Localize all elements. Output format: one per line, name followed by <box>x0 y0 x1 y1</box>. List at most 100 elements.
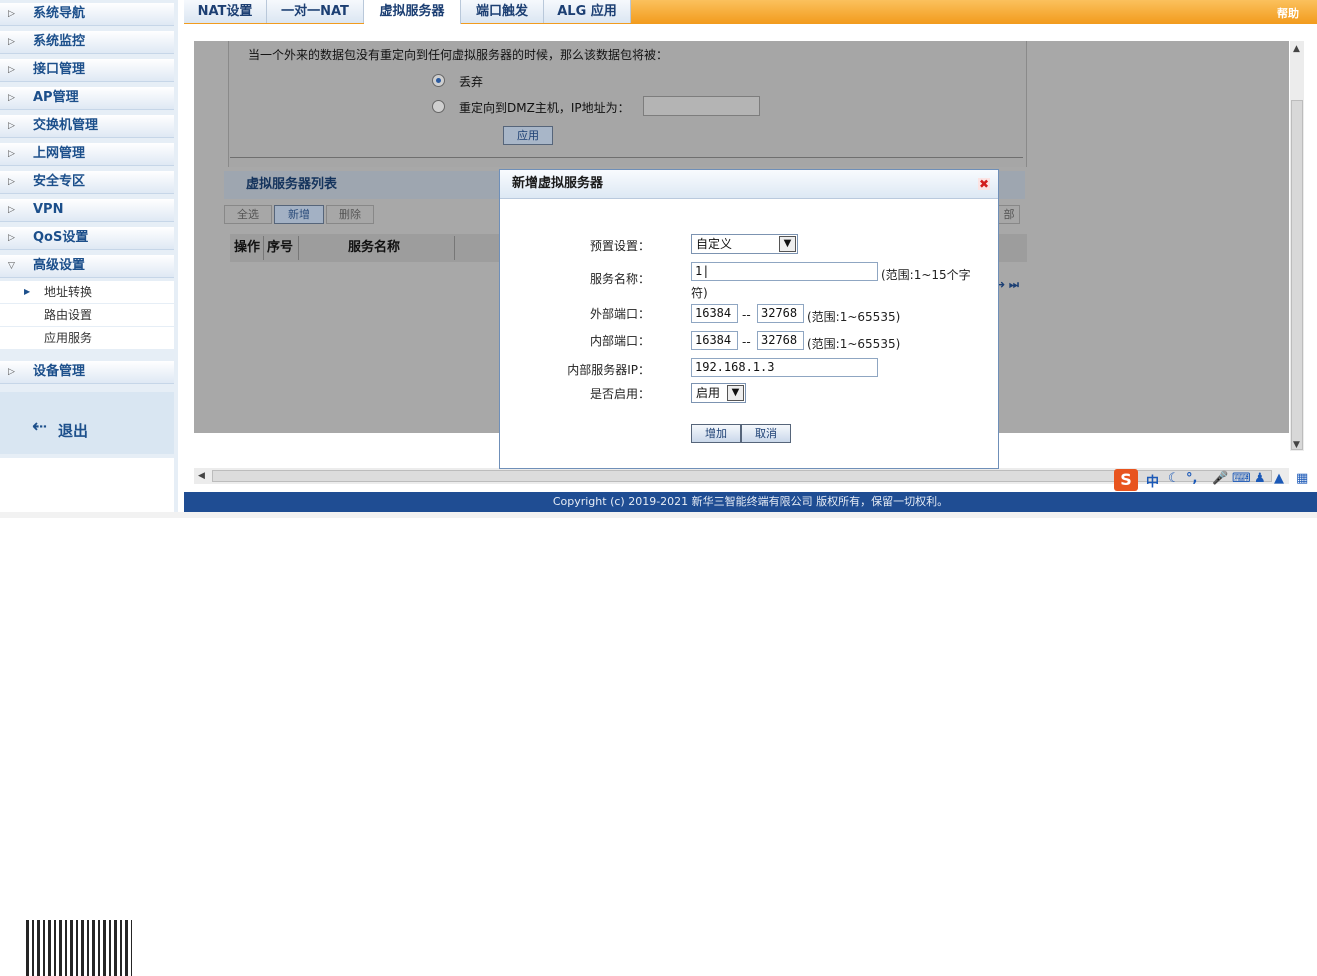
qr-area <box>0 458 174 976</box>
vertical-scroll-thumb[interactable] <box>1291 100 1303 450</box>
col-sep <box>454 236 455 260</box>
internal-server-ip-input[interactable]: 192.168.1.3 <box>691 358 878 377</box>
add-virtual-server-dialog: 新增虚拟服务器 ✖ 预置设置： 自定义 ▼ 服务名称： 1| (范围:1~15个… <box>499 169 999 469</box>
batch-button[interactable]: 部 <box>998 205 1020 224</box>
sidebar-item-label: VPN <box>33 202 64 217</box>
sogou-logo-icon[interactable]: S <box>1114 469 1138 491</box>
chevron-right-icon: ▷ <box>8 121 15 131</box>
subnav-item-app-service[interactable]: 应用服务 <box>0 327 174 349</box>
logout-button[interactable]: ⇠ 退出 <box>0 392 174 454</box>
sidebar-item-security[interactable]: ▷ 安全专区 <box>0 171 174 194</box>
internal-port-to-input[interactable]: 32768 <box>757 331 804 350</box>
sidebar-item-system-monitor[interactable]: ▷ 系统监控 <box>0 31 174 54</box>
scroll-left-icon[interactable]: ◀ <box>198 471 205 481</box>
select-all-button[interactable]: 全选 <box>224 205 272 224</box>
internal-port-from-input[interactable]: 16384 <box>691 331 738 350</box>
chevron-right-icon: ▷ <box>8 205 15 215</box>
enable-select[interactable]: 启用 ▼ <box>691 383 746 403</box>
footer: Copyright (c) 2019-2021 新华三智能终端有限公司 版权所有… <box>184 492 1317 512</box>
scroll-down-icon[interactable]: ▼ <box>1293 440 1300 450</box>
dmz-prompt: 当一个外来的数据包没有重定向到任何虚拟服务器的时候，那么该数据包将被： <box>248 48 669 62</box>
skin-icon[interactable]: ▲ <box>1274 471 1284 486</box>
chevron-right-icon: ▷ <box>8 177 15 187</box>
external-port-to-input[interactable]: 32768 <box>757 304 804 323</box>
drop-label: 丢弃 <box>459 75 484 89</box>
sidebar-item-label: 接口管理 <box>33 62 86 77</box>
col-sep <box>298 236 299 260</box>
tab-alg[interactable]: ALG 应用 <box>544 0 631 23</box>
sidebar-item-switch[interactable]: ▷ 交换机管理 <box>0 115 174 138</box>
sidebar-item-ap[interactable]: ▷ AP管理 <box>0 87 174 110</box>
chevron-right-icon: ▷ <box>8 149 15 159</box>
redirect-dmz-radio[interactable] <box>432 100 445 113</box>
sidebar-item-device-mgmt[interactable]: ▷ 设备管理 <box>0 361 174 384</box>
apply-button[interactable]: 应用 <box>503 126 553 145</box>
col-no: 序号 <box>267 240 294 255</box>
cancel-button[interactable]: 取消 <box>741 424 791 443</box>
internal-server-ip-label: 内部服务器IP： <box>567 363 650 377</box>
sidebar-item-label: 安全专区 <box>33 174 86 189</box>
external-port-from-input[interactable]: 16384 <box>691 304 738 323</box>
subnav-item-nat[interactable]: ▶ 地址转换 <box>0 281 174 303</box>
sidebar-item-interface[interactable]: ▷ 接口管理 <box>0 59 174 82</box>
punctuation-icon[interactable]: °, <box>1186 471 1197 486</box>
tab-port-trigger[interactable]: 端口触发 <box>461 0 544 23</box>
sidebar-item-label: 上网管理 <box>33 146 86 161</box>
ime-mode-icon[interactable]: 中 <box>1146 471 1159 490</box>
chevron-down-icon: ▽ <box>8 261 15 271</box>
logout-label: 退出 <box>58 422 89 440</box>
sidebar-item-qos[interactable]: ▷ QoS设置 <box>0 227 174 250</box>
chevron-right-icon: ▶ <box>24 287 31 296</box>
subnav-item-label: 地址转换 <box>44 285 93 299</box>
sidebar-item-vpn[interactable]: ▷ VPN <box>0 199 174 222</box>
grid-menu-icon[interactable]: ▦ <box>1296 471 1308 486</box>
ime-toolbar: S 中 ☾ °, 🎤 ⌨ ♟ ▲ ▦ <box>1114 469 1317 491</box>
chevron-right-icon: ▷ <box>8 233 15 243</box>
add-confirm-button[interactable]: 增加 <box>691 424 741 443</box>
internal-port-hint: (范围:1~65535) <box>807 337 901 351</box>
tab-one-to-one-nat[interactable]: 一对一NAT <box>267 0 364 23</box>
dialog-title-bar: 新增虚拟服务器 <box>500 170 998 199</box>
sidebar-item-label: 高级设置 <box>33 258 86 273</box>
tab-virtual-server[interactable]: 虚拟服务器 <box>364 0 461 24</box>
col-op: 操作 <box>234 240 261 255</box>
help-link[interactable]: 帮助 <box>1277 5 1299 21</box>
chevron-right-icon: ▷ <box>8 367 15 377</box>
sidebar-item-system-nav[interactable]: ▷ 系统导航 <box>0 3 174 26</box>
close-icon[interactable]: ✖ <box>978 178 990 190</box>
moon-icon[interactable]: ☾ <box>1168 471 1180 486</box>
enable-label: 是否启用： <box>589 387 650 401</box>
pager-next-last-icon[interactable]: ➜ ⏭ <box>996 278 1019 292</box>
sidebar-item-label: 交换机管理 <box>33 118 99 133</box>
sidebar-item-advanced[interactable]: ▽ 高级设置 <box>0 255 174 278</box>
external-port-hint: (范围:1~65535) <box>807 310 901 324</box>
preset-select[interactable]: 自定义 ▼ <box>691 234 798 254</box>
service-name-label: 服务名称： <box>589 272 650 286</box>
sidebar-item-label: QoS设置 <box>33 230 89 245</box>
tab-nat-settings[interactable]: NAT设置 <box>184 0 267 23</box>
add-button[interactable]: 新增 <box>274 205 324 224</box>
chevron-right-icon: ▷ <box>8 9 15 19</box>
keyboard-icon[interactable]: ⌨ <box>1232 471 1251 486</box>
sidebar-item-internet[interactable]: ▷ 上网管理 <box>0 143 174 166</box>
preset-value: 自定义 <box>696 237 733 251</box>
sidebar-item-label: 系统监控 <box>33 34 86 49</box>
chevron-right-icon: ▷ <box>8 65 15 75</box>
list-title: 虚拟服务器列表 <box>246 177 338 192</box>
user-icon[interactable]: ♟ <box>1254 471 1266 486</box>
subnav-item-label: 路由设置 <box>44 308 93 322</box>
taskbar-strip <box>0 512 1317 518</box>
range-dash: -- <box>742 335 751 349</box>
service-name-hint-cont: 符) <box>691 286 708 300</box>
chevron-down-icon: ▼ <box>727 385 744 401</box>
drop-radio[interactable] <box>432 74 445 87</box>
enable-value: 启用 <box>696 386 721 400</box>
microphone-icon[interactable]: 🎤 <box>1212 471 1228 486</box>
horizontal-scroll-thumb[interactable] <box>212 470 1272 482</box>
service-name-input[interactable]: 1| <box>691 262 878 281</box>
subnav-item-routing[interactable]: 路由设置 <box>0 304 174 326</box>
scroll-up-icon[interactable]: ▲ <box>1293 44 1300 54</box>
delete-button[interactable]: 删除 <box>326 205 374 224</box>
preset-label: 预置设置： <box>589 239 650 253</box>
dmz-ip-input[interactable] <box>643 96 760 116</box>
